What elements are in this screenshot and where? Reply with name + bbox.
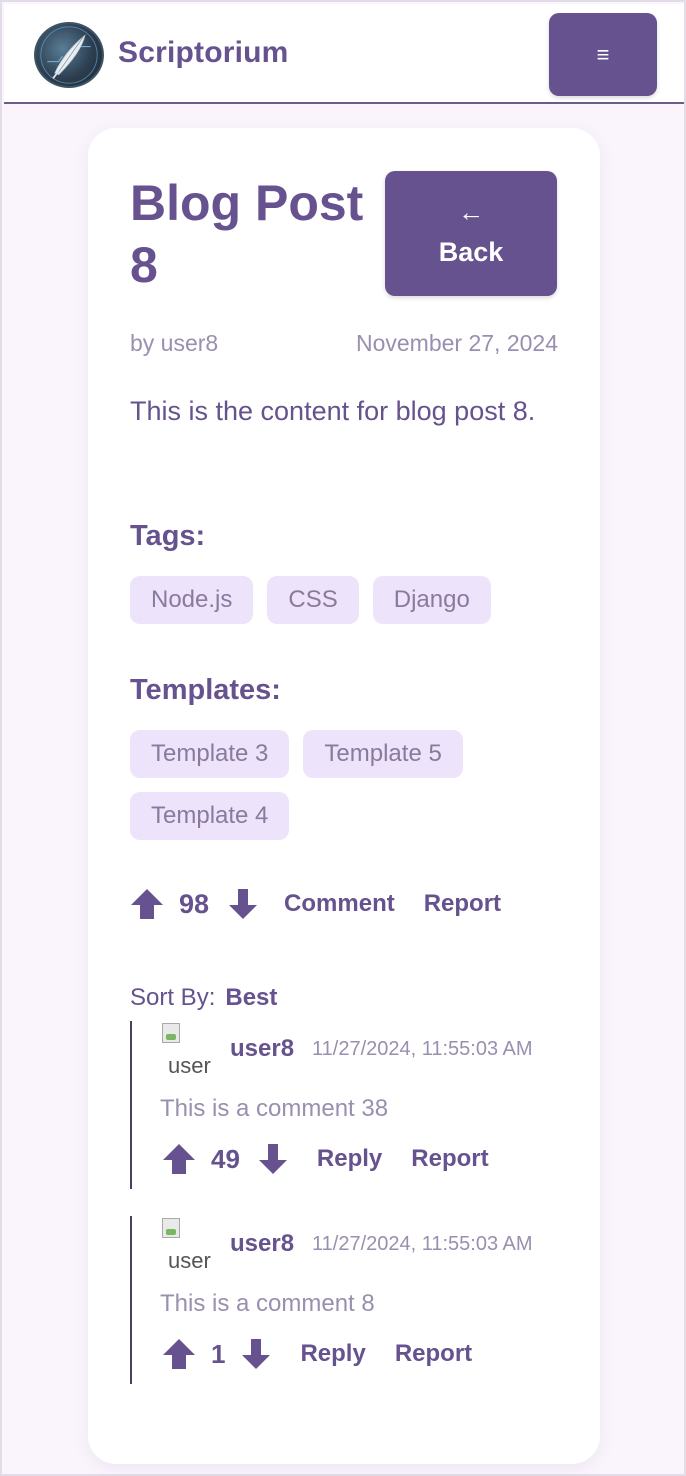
- upvote-arrow-icon[interactable]: [130, 888, 164, 920]
- post-vote-count: 98: [179, 888, 210, 919]
- comment-item: user user8 11/27/2024, 11:55:03 AM This …: [130, 1021, 560, 1189]
- comment-report-button[interactable]: Report: [395, 1340, 472, 1368]
- downvote-arrow-icon[interactable]: [256, 1143, 290, 1175]
- navbar: Scriptorium ≡: [4, 4, 684, 104]
- broken-image-icon: [162, 1218, 180, 1238]
- template-chip[interactable]: Template 5: [303, 730, 463, 778]
- post-vote-bar: 98 Comment Report: [130, 888, 501, 920]
- comment-button[interactable]: Comment: [284, 890, 395, 918]
- arrow-left-icon: ←: [458, 197, 484, 227]
- templates-heading: Templates:: [130, 674, 281, 706]
- comment-text: This is a comment 8: [160, 1290, 375, 1317]
- user-avatar: user: [162, 1023, 212, 1073]
- avatar-alt-text: user: [168, 1053, 211, 1073]
- post-content: This is the content for blog post 8.: [130, 396, 536, 426]
- templates-list: Template 3 Template 5 Template 4: [130, 730, 570, 840]
- template-chip[interactable]: Template 4: [130, 792, 290, 840]
- brand-title[interactable]: Scriptorium: [118, 36, 289, 70]
- reply-button[interactable]: Reply: [317, 1145, 382, 1173]
- comment-username[interactable]: user8: [230, 1230, 294, 1258]
- hamburger-menu-button[interactable]: ≡: [549, 13, 657, 96]
- comment-text: This is a comment 38: [160, 1095, 389, 1122]
- tag-chip[interactable]: Django: [372, 576, 491, 624]
- post-card: Blog Post 8 ← Back by user8 November 27,…: [88, 128, 600, 1464]
- reply-button[interactable]: Reply: [300, 1340, 365, 1368]
- post-title: Blog Post 8: [130, 175, 364, 293]
- downvote-arrow-icon[interactable]: [239, 1338, 273, 1370]
- template-chip[interactable]: Template 3: [130, 730, 290, 778]
- comment-vote-bar: 49 Reply Report: [162, 1143, 489, 1175]
- comment-timestamp: 11/27/2024, 11:55:03 AM: [312, 1038, 533, 1060]
- broken-image-icon: [162, 1023, 180, 1043]
- post-date: November 27, 2024: [355, 330, 558, 356]
- quill-logo-icon[interactable]: [34, 22, 104, 88]
- post-author: by user8: [130, 330, 219, 356]
- back-button[interactable]: ← Back: [385, 171, 557, 296]
- user-avatar: user: [162, 1218, 212, 1268]
- post-meta: by user8 November 27, 2024: [130, 330, 558, 357]
- tags-heading: Tags:: [130, 520, 206, 552]
- upvote-arrow-icon[interactable]: [162, 1143, 196, 1175]
- comment-item: user user8 11/27/2024, 11:55:03 AM This …: [130, 1216, 560, 1384]
- tag-chip[interactable]: Node.js: [130, 576, 254, 624]
- sort-by-label: Sort By:: [130, 984, 216, 1011]
- comment-vote-bar: 1 Reply Report: [162, 1338, 472, 1370]
- tag-chip[interactable]: CSS: [267, 576, 359, 624]
- downvote-arrow-icon[interactable]: [226, 888, 260, 920]
- comment-report-button[interactable]: Report: [411, 1145, 488, 1173]
- comment-vote-count: 49: [211, 1143, 240, 1174]
- avatar-alt-text: user: [168, 1248, 211, 1268]
- sort-by: Sort By: Best: [130, 984, 277, 1012]
- comment-timestamp: 11/27/2024, 11:55:03 AM: [312, 1233, 533, 1255]
- post-report-button[interactable]: Report: [424, 890, 501, 918]
- comment-vote-count: 1: [211, 1338, 226, 1369]
- back-button-label: Back: [438, 237, 504, 267]
- hamburger-icon: ≡: [596, 41, 610, 67]
- upvote-arrow-icon[interactable]: [162, 1338, 196, 1370]
- comment-username[interactable]: user8: [230, 1035, 294, 1063]
- tags-list: Node.js CSS Django: [130, 576, 570, 624]
- sort-by-select[interactable]: Best: [225, 984, 277, 1011]
